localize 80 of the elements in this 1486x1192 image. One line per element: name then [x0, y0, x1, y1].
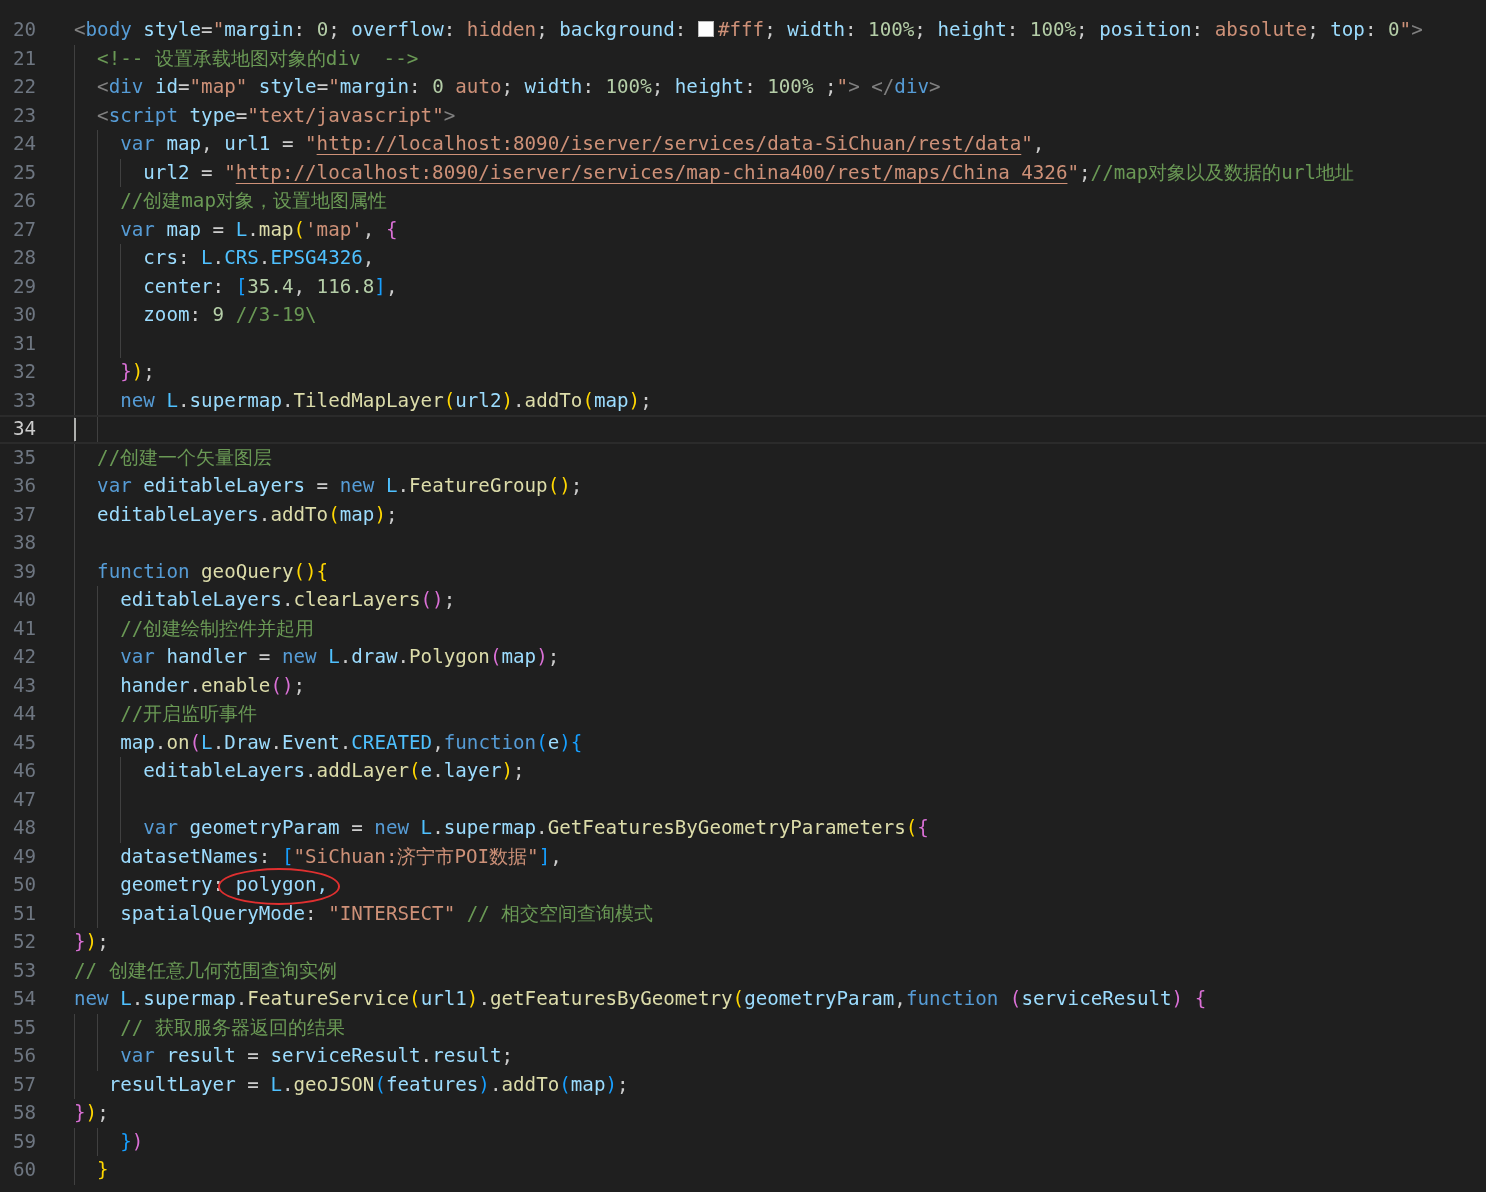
- code-line: }): [120, 1128, 144, 1155]
- code-line: new L.supermap.TiledMapLayer(url2).addTo(map);: [120, 387, 652, 414]
- line-number: 53: [11, 957, 36, 984]
- code-line: //创建map对象，设置地图属性: [120, 188, 387, 214]
- line-number: 42: [11, 644, 36, 670]
- line-number: 56: [11, 1043, 36, 1069]
- code-line: resultLayer = L.geoJSON(features).addTo(map);: [108, 1071, 629, 1098]
- line-number: 45: [11, 729, 36, 756]
- code-line: //创建一个矢量图层: [97, 444, 273, 471]
- line-number: 50: [11, 872, 36, 898]
- code-line: }: [97, 1157, 109, 1183]
- code-line: var handler = new L.draw.Polygon(map);: [120, 644, 560, 670]
- line-number: 47: [11, 786, 36, 813]
- line-number: 26: [11, 188, 36, 214]
- line-number: 21: [11, 45, 36, 72]
- code-line: editableLayers.addLayer(e.layer);: [143, 758, 525, 784]
- code-line: spatialQueryMode: "INTERSECT" // 相交空间查询模式: [120, 900, 654, 927]
- code-line: // 获取服务器返回的结果: [120, 1014, 345, 1041]
- line-number: 57: [11, 1071, 36, 1098]
- line-number: 24: [11, 131, 36, 157]
- line-number: 32: [11, 359, 36, 385]
- line-number: 25: [11, 159, 36, 186]
- line-number: 54: [11, 986, 36, 1012]
- code-line: editableLayers.clearLayers();: [120, 587, 456, 613]
- code-line: // 创建任意几何范围查询实例: [74, 957, 337, 984]
- code-line: hander.enable();: [120, 672, 306, 699]
- line-number: 22: [11, 74, 36, 100]
- code-line: var map, url1 = "http://localhost:8090/iserver/services/data-SiChuan/rest/data",: [120, 131, 1045, 157]
- line-number: 30: [11, 302, 36, 328]
- code-line: editableLayers.addTo(map);: [97, 501, 398, 528]
- code-line: //开启监听事件: [120, 701, 258, 727]
- code-line: var map = L.map('map', {: [120, 216, 398, 243]
- code-line: function geoQuery(){: [97, 558, 329, 585]
- line-number: 60: [11, 1157, 36, 1183]
- line-number: 51: [11, 900, 36, 927]
- line-number: 46: [11, 758, 36, 784]
- code-line: <script type="text/javascript">: [97, 102, 456, 129]
- line-number: 44: [11, 701, 36, 727]
- code-line: geometry: polygon,: [120, 871, 329, 900]
- code-line: <!-- 设置承载地图对象的div -->: [97, 45, 419, 72]
- code-line: crs: L.CRS.EPSG4326,: [143, 245, 375, 271]
- code-line: map.on(L.Draw.Event.CREATED,function(e){: [120, 729, 583, 756]
- line-number: 59: [11, 1128, 36, 1155]
- line-number: 58: [11, 1100, 36, 1126]
- line-number: 55: [11, 1014, 36, 1041]
- line-number: 39: [11, 558, 36, 585]
- line-number: 29: [11, 273, 36, 300]
- code-line: zoom: 9 //3-19\: [143, 302, 317, 328]
- line-number: 34: [11, 417, 36, 442]
- line-number: 52: [11, 929, 36, 955]
- line-number: 38: [11, 530, 36, 556]
- code-line: var geometryParam = new L.supermap.GetFeaturesByGeometryParameters({: [143, 815, 929, 841]
- line-number: 35: [11, 444, 36, 471]
- line-number: 23: [11, 102, 36, 129]
- code-line: datasetNames: ["SiChuan:济宁市POI数据"],: [120, 843, 562, 870]
- line-number: 48: [11, 815, 36, 841]
- line-number: 41: [11, 615, 36, 642]
- line-number: 31: [11, 330, 36, 357]
- code-line: });: [120, 359, 155, 385]
- code-line: });: [74, 1100, 109, 1126]
- code-line: var editableLayers = new L.FeatureGroup();: [97, 473, 583, 499]
- code-line: //创建绘制控件并起用: [120, 615, 315, 642]
- line-number: 20: [11, 17, 36, 43]
- color-swatch-icon[interactable]: [697, 21, 714, 37]
- code-line: });: [74, 929, 109, 955]
- code-line: url2 = "http://localhost:8090/iserver/services/map-china400/rest/maps/China_4326";//map对象以及数据的url地址: [143, 159, 1354, 186]
- line-number: 43: [11, 672, 36, 699]
- text-cursor: [74, 418, 76, 441]
- line-number: 27: [11, 216, 36, 243]
- code-line: <body style="margin: 0; overflow: hidden; background: #fff; width: 100%; height: 100%; position: absolute; top: 0">: [74, 17, 1423, 43]
- line-number: 49: [11, 843, 36, 870]
- line-number: 33: [11, 387, 36, 414]
- code-line: center: [35.4, 116.8],: [143, 273, 398, 300]
- code-line: var result = serviceResult.result;: [120, 1043, 513, 1069]
- line-number: 36: [11, 473, 36, 499]
- line-number: 28: [11, 245, 36, 271]
- code-line: <div id="map" style="margin: 0 auto; width: 100%; height: 100% ;"> </div>: [97, 74, 941, 100]
- line-number: 37: [11, 501, 36, 528]
- line-number: 40: [11, 587, 36, 613]
- code-line: new L.supermap.FeatureService(url1).getFeaturesByGeometry(geometryParam,function (serviceResult) {: [74, 986, 1207, 1012]
